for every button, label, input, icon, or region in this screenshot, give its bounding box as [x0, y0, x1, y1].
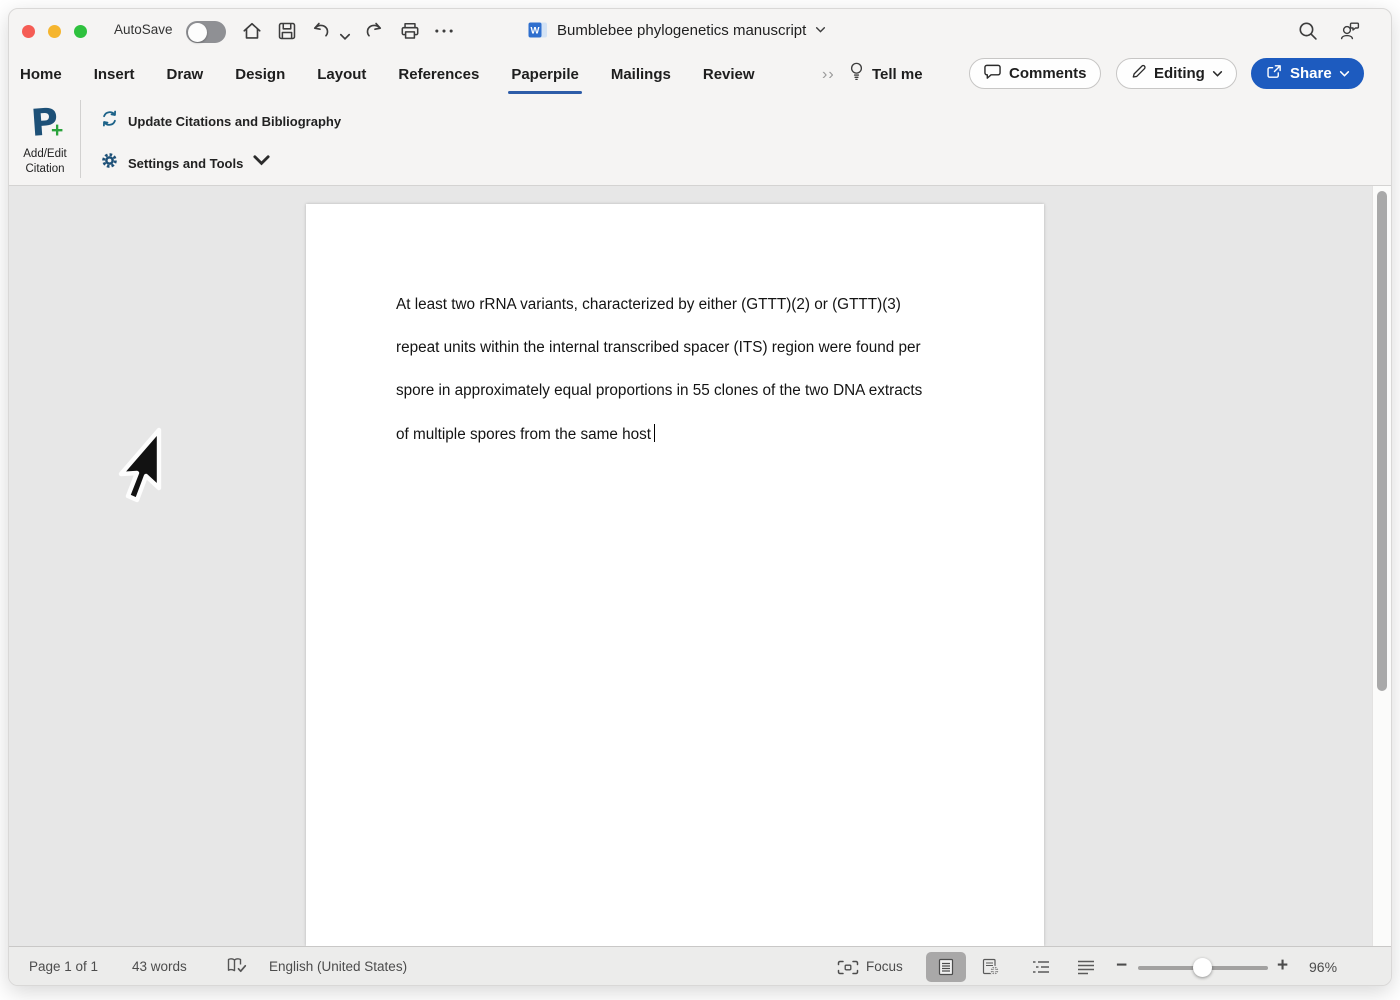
zoom-out-button[interactable]: − [1116, 955, 1127, 977]
tell-me-label: Tell me [872, 65, 923, 83]
mouse-pointer-icon [118, 427, 162, 503]
tab-mailings[interactable]: Mailings [610, 62, 672, 87]
refresh-icon [100, 109, 119, 133]
settings-chevron-icon [252, 151, 271, 175]
editing-chevron-icon [1212, 65, 1223, 82]
editing-button[interactable]: Editing [1116, 58, 1237, 89]
paperpile-logo-icon: P + [29, 100, 64, 145]
tab-design[interactable]: Design [234, 62, 286, 87]
autosave-label: AutoSave [114, 22, 173, 37]
paperpile-ribbon: P + Add/Edit Citation Update Citations an… [9, 96, 1391, 186]
tab-home[interactable]: Home [19, 62, 63, 87]
share-chevron-icon [1339, 65, 1350, 82]
view-draft-button[interactable] [1066, 952, 1106, 982]
close-window-icon[interactable] [22, 25, 35, 38]
zoom-slider[interactable] [1138, 958, 1268, 977]
comments-button[interactable]: Comments [969, 58, 1101, 89]
tab-insert[interactable]: Insert [93, 62, 136, 87]
svg-text:W: W [531, 26, 540, 37]
presence-icon[interactable] [1339, 20, 1361, 42]
comment-bubble-icon [983, 63, 1002, 84]
language-indicator[interactable]: English (United States) [269, 959, 407, 974]
update-citations-label: Update Citations and Bibliography [128, 113, 342, 129]
comments-label: Comments [1009, 65, 1087, 82]
document-canvas[interactable]: At least two rRNA variants, characterize… [9, 186, 1391, 946]
vertical-scrollbar[interactable] [1372, 186, 1391, 946]
undo-icon[interactable] [311, 20, 333, 42]
autosave-toggle[interactable] [186, 21, 226, 43]
word-window: AutoSave W Bumblebee phylogenetics manus… [8, 8, 1392, 986]
tab-review[interactable]: Review [702, 62, 756, 87]
tab-references[interactable]: References [397, 62, 480, 87]
scrollbar-thumb[interactable] [1376, 191, 1387, 691]
focus-icon [837, 960, 859, 978]
title-chevron-icon[interactable] [815, 21, 826, 39]
settings-and-tools-button[interactable]: Settings and Tools [100, 151, 271, 175]
search-icon[interactable] [1297, 20, 1319, 42]
tab-draw[interactable]: Draw [166, 62, 205, 87]
paragraph-line: of multiple spores from the same host [396, 424, 996, 444]
view-print-layout-button[interactable] [926, 952, 966, 982]
ribbon-divider [80, 100, 81, 178]
tab-paperpile[interactable]: Paperpile [508, 62, 582, 94]
share-icon [1265, 63, 1283, 84]
page-indicator[interactable]: Page 1 of 1 [29, 959, 98, 974]
save-icon[interactable] [276, 20, 298, 42]
undo-chevron-icon[interactable] [339, 26, 351, 48]
view-outline-button[interactable] [1021, 952, 1061, 982]
status-bar: Page 1 of 1 43 words English (United Sta… [9, 946, 1391, 985]
add-edit-citation-button[interactable]: P + Add/Edit Citation [13, 99, 77, 176]
zoom-level[interactable]: 96% [1309, 959, 1337, 975]
zoom-slider-thumb[interactable] [1193, 958, 1212, 977]
settings-and-tools-label: Settings and Tools [128, 155, 244, 171]
document-page[interactable]: At least two rRNA variants, characterize… [306, 204, 1044, 946]
tell-me-button[interactable]: Tell me [849, 61, 923, 87]
minimize-window-icon[interactable] [48, 25, 61, 38]
editing-label: Editing [1154, 65, 1205, 82]
add-edit-citation-label-line1: Add/Edit [23, 148, 67, 160]
document-title: Bumblebee phylogenetics manuscript [557, 21, 807, 39]
share-button[interactable]: Share [1251, 58, 1364, 89]
add-edit-citation-label-line2: Citation [25, 162, 65, 175]
zoom-window-icon[interactable] [74, 25, 87, 38]
lightbulb-icon [849, 61, 864, 87]
ribbon-tab-row: Home Insert Draw Design Layout Reference… [9, 53, 1391, 96]
update-citations-button[interactable]: Update Citations and Bibliography [100, 109, 341, 133]
text-cursor [654, 424, 656, 442]
title-bar: AutoSave W Bumblebee phylogenetics manus… [9, 9, 1391, 53]
pencil-icon [1130, 63, 1147, 84]
focus-label[interactable]: Focus [866, 959, 903, 974]
redo-icon[interactable] [362, 20, 384, 42]
print-icon[interactable] [399, 20, 421, 42]
word-count[interactable]: 43 words [132, 959, 187, 974]
paragraph-line: repeat units within the internal transcr… [396, 339, 921, 356]
document-title-group[interactable]: W Bumblebee phylogenetics manuscript [528, 20, 826, 40]
paragraph-line: spore in approximately equal proportions… [396, 382, 923, 399]
gear-icon [100, 151, 119, 175]
view-web-layout-button[interactable] [971, 952, 1011, 982]
tab-layout[interactable]: Layout [316, 62, 367, 87]
paragraph-line: At least two rRNA variants, characterize… [396, 296, 901, 313]
zoom-in-button[interactable]: + [1277, 955, 1288, 977]
home-icon[interactable] [241, 20, 263, 42]
word-doc-icon: W [528, 20, 548, 40]
tab-overflow-indicator[interactable]: ›› [822, 66, 835, 84]
more-icon[interactable] [433, 20, 455, 42]
share-label: Share [1290, 65, 1332, 82]
spellcheck-icon[interactable] [226, 956, 248, 979]
